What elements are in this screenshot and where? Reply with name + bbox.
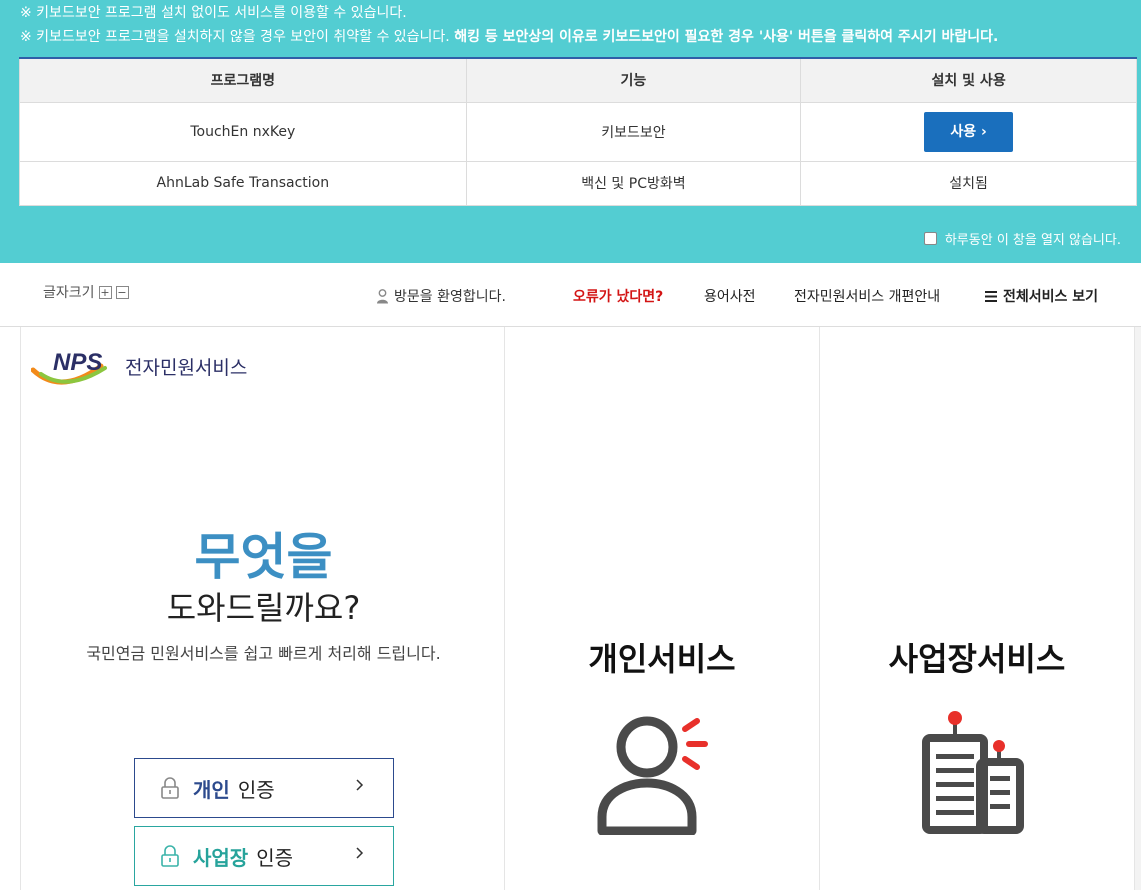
program-function: 백신 및 PC방화벽 bbox=[465, 160, 802, 206]
use-button[interactable]: 사용 › bbox=[924, 111, 1014, 152]
business-auth-weak: 인증 bbox=[256, 845, 294, 870]
scroll-edge bbox=[1135, 327, 1141, 890]
business-auth-button[interactable]: 사업장 인증 bbox=[134, 826, 394, 886]
font-increase-button[interactable]: + bbox=[98, 285, 112, 299]
personal-service-title: 개인서비스 bbox=[588, 640, 736, 678]
program-status: 설치됨 bbox=[800, 160, 1137, 206]
hero-subtitle: 국민연금 민원서비스를 쉽고 빠르게 처리해 드립니다. bbox=[86, 644, 441, 663]
table-row: TouchEn nxKey 키보드보안 사용 › bbox=[19, 101, 1137, 162]
security-notice-2-normal: ※ 키보드보안 프로그램을 설치하지 않을 경우 보안이 취약할 수 있습니다. bbox=[20, 29, 450, 45]
chevron-right-icon bbox=[356, 779, 364, 791]
business-service-title: 사업장서비스 bbox=[888, 640, 1066, 678]
program-name: TouchEn nxKey bbox=[19, 101, 467, 162]
chevron-right-icon bbox=[356, 847, 364, 859]
person-service-icon bbox=[597, 716, 708, 835]
program-name: AhnLab Safe Transaction bbox=[19, 160, 467, 206]
nps-logo[interactable]: NPS 전자민원서비스 bbox=[31, 344, 247, 388]
header-function: 기능 bbox=[465, 57, 802, 103]
dont-show-today[interactable]: 하루동안 이 창을 열지 않습니다. bbox=[923, 229, 1121, 248]
personal-auth-strong: 개인 bbox=[193, 777, 230, 802]
site-header: 글자크기 + − 방문을 환영합니다. 오류가 났다면? 용어사전 전자민원서비… bbox=[0, 263, 1141, 327]
intro-panel: NPS 전자민원서비스 무엇을 도와드릴까요? 국민연금 민원서비스를 쉽고 빠… bbox=[20, 327, 505, 890]
security-notice-1: ※ 키보드보안 프로그램 설치 없이도 서비스를 이용할 수 있습니다. bbox=[20, 5, 407, 21]
nps-logo-mark: NPS bbox=[31, 349, 107, 385]
nav-dictionary[interactable]: 용어사전 bbox=[704, 286, 756, 306]
lock-icon bbox=[161, 845, 179, 867]
business-service-card[interactable]: 사업장서비스 bbox=[820, 327, 1135, 890]
nav-error-help[interactable]: 오류가 났다면? bbox=[573, 286, 663, 306]
font-decrease-button[interactable]: − bbox=[115, 285, 129, 299]
font-size-label: 글자크기 bbox=[43, 285, 95, 301]
welcome-message: 방문을 환영합니다. bbox=[376, 286, 506, 306]
hero-title-line2: 도와드릴까요? bbox=[166, 589, 361, 627]
security-program-table: 프로그램명 기능 설치 및 사용 TouchEn nxKey 키보드보안 사용 … bbox=[19, 57, 1137, 206]
personal-service-card[interactable]: 개인서비스 bbox=[505, 327, 820, 890]
personal-auth-weak: 인증 bbox=[237, 777, 275, 802]
security-notice-2: ※ 키보드보안 프로그램을 설치하지 않을 경우 보안이 취약할 수 있습니다.… bbox=[20, 26, 998, 46]
keyboard-security-banner: ※ 키보드보안 프로그램 설치 없이도 서비스를 이용할 수 있습니다. ※ 키… bbox=[0, 0, 1141, 263]
nav-all-services[interactable]: 전체서비스 보기 bbox=[985, 286, 1098, 306]
menu-icon bbox=[985, 290, 997, 302]
header-program-name: 프로그램명 bbox=[19, 57, 467, 103]
header-install-use: 설치 및 사용 bbox=[800, 57, 1137, 103]
program-function: 키보드보안 bbox=[465, 101, 802, 162]
personal-auth-button[interactable]: 개인 인증 bbox=[134, 758, 394, 818]
program-action-cell: 사용 › bbox=[800, 101, 1137, 162]
table-row: AhnLab Safe Transaction 백신 및 PC방화벽 설치됨 bbox=[19, 160, 1137, 206]
security-notice-2-bold: 해킹 등 보안상의 이유로 키보드보안이 필요한 경우 '사용' 버튼을 클릭하… bbox=[454, 29, 999, 45]
dont-show-today-label: 하루동안 이 창을 열지 않습니다. bbox=[944, 233, 1121, 248]
business-auth-strong: 사업장 bbox=[193, 845, 249, 870]
font-size-control: 글자크기 + − bbox=[43, 282, 129, 302]
logo-text: 전자민원서비스 bbox=[125, 356, 248, 379]
hero-title-line1: 무엇을 bbox=[194, 528, 333, 586]
dont-show-today-checkbox[interactable] bbox=[923, 232, 937, 245]
svg-text:NPS: NPS bbox=[53, 349, 102, 376]
nav-all-services-label: 전체서비스 보기 bbox=[1003, 289, 1099, 305]
nav-renewal-guide[interactable]: 전자민원서비스 개편안내 bbox=[794, 286, 940, 306]
user-icon bbox=[377, 288, 388, 303]
building-service-icon bbox=[922, 711, 1024, 834]
welcome-text: 방문을 환영합니다. bbox=[394, 289, 506, 305]
lock-icon bbox=[161, 777, 179, 799]
